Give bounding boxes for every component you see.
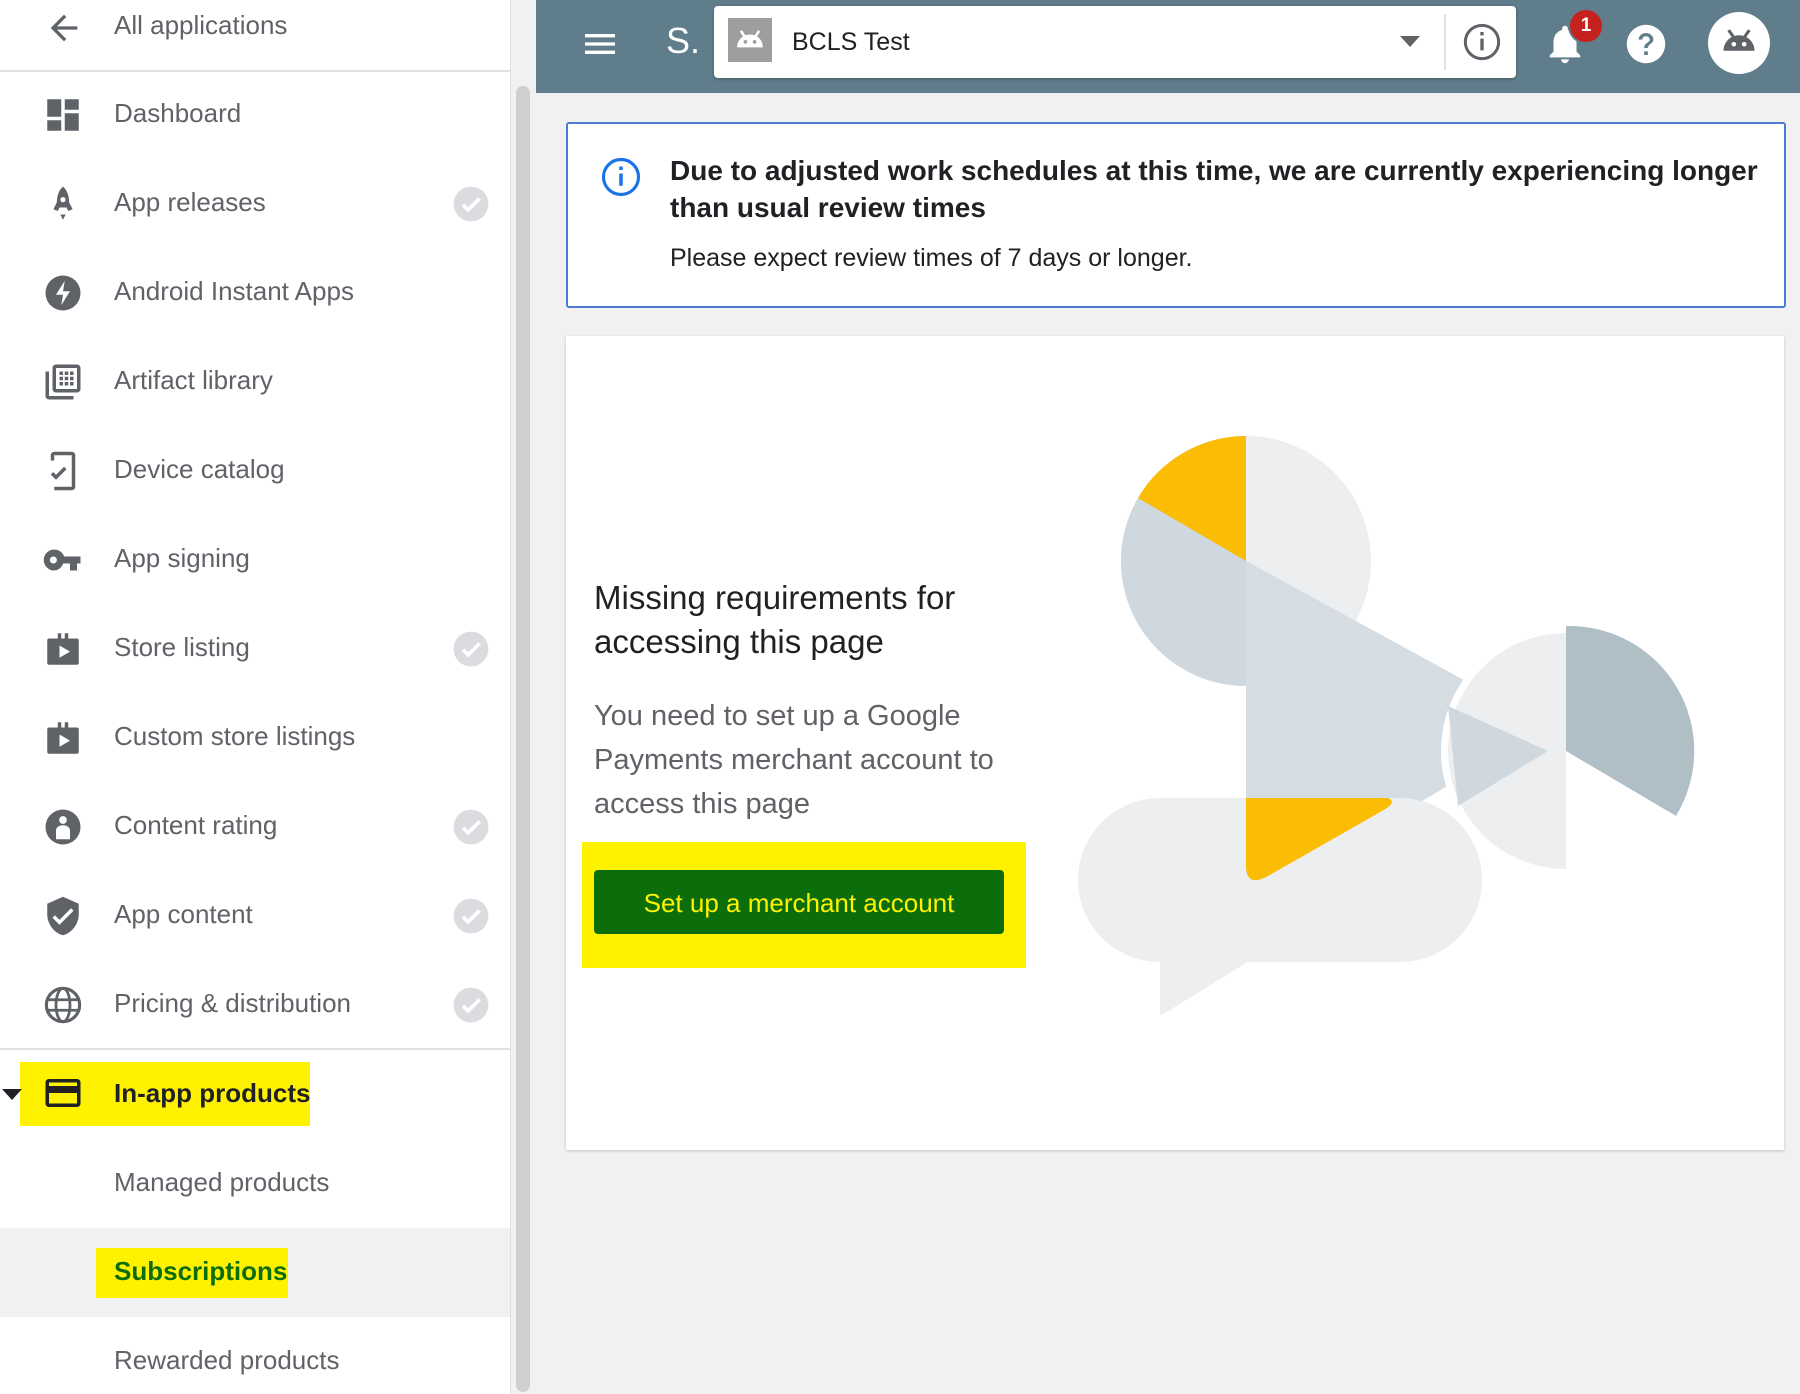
sidebar-item-app-content[interactable]: App content	[0, 871, 510, 960]
check-circle-icon	[453, 631, 489, 667]
review-times-banner: Due to adjusted work schedules at this t…	[566, 122, 1786, 308]
account-avatar[interactable]	[1708, 12, 1770, 74]
arrow-back-icon	[50, 14, 78, 42]
sidebar-subitem-subscriptions[interactable]: Subscriptions	[0, 1228, 510, 1317]
library-icon	[45, 364, 81, 400]
bolt-icon	[45, 275, 81, 311]
card-body: You need to set up a Google Payments mer…	[594, 700, 994, 820]
sidebar-item-label: Dashboard	[114, 98, 242, 128]
sidebar-subitem-rewarded-products[interactable]: Rewarded products	[0, 1317, 510, 1394]
expand-caret-icon[interactable]	[0, 1082, 24, 1106]
sidebar-item-label: Pricing & distribution	[114, 988, 351, 1018]
sidebar-item-content-rating[interactable]: Content rating	[0, 782, 510, 871]
all-applications-link[interactable]: All applications	[0, 0, 510, 72]
banner-title: Due to adjusted work schedules at this t…	[670, 155, 1758, 223]
menu-icon[interactable]	[580, 24, 620, 64]
sidebar-item-label: App releases	[114, 187, 266, 217]
key-icon	[43, 549, 81, 571]
info-icon[interactable]	[1462, 22, 1502, 62]
sidebar-subitem-label: Rewarded products	[114, 1345, 340, 1375]
sidebar-item-pricing-distribution[interactable]: Pricing & distribution	[0, 960, 510, 1049]
sidebar: All applications Dashboard App releases …	[0, 0, 511, 1394]
sidebar-item-device-catalog[interactable]: Device catalog	[0, 426, 510, 515]
section-label: In-app products	[114, 1078, 311, 1108]
check-circle-icon	[453, 987, 489, 1023]
card-title: Missing requirements for accessing this …	[594, 579, 956, 660]
sidebar-subitem-managed-products[interactable]: Managed products	[0, 1139, 510, 1228]
sidebar-scrollbar[interactable]	[516, 86, 530, 1392]
notification-badge: 1	[1568, 8, 1604, 44]
sidebar-item-label: Custom store listings	[114, 721, 356, 751]
banner-body: Please expect review times of 7 days or …	[670, 244, 1193, 272]
sidebar-section-in-app-products[interactable]: In-app products	[0, 1050, 510, 1139]
set-up-merchant-account-button[interactable]: Set up a merchant account	[594, 870, 1004, 934]
child-icon	[45, 809, 81, 845]
sidebar-item-artifact-library[interactable]: Artifact library	[0, 337, 510, 426]
sidebar-item-label: Artifact library	[114, 365, 273, 395]
sidebar-item-store-listing[interactable]: Store listing	[0, 604, 510, 693]
selector-divider	[1444, 14, 1446, 70]
sidebar-item-app-signing[interactable]: App signing	[0, 515, 510, 604]
sidebar-item-label: Content rating	[114, 810, 278, 840]
rocket-icon	[53, 186, 73, 220]
sidebar-item-label: Store listing	[114, 632, 250, 662]
sidebar-item-app-releases[interactable]: App releases	[0, 159, 510, 248]
sidebar-subitem-label: Managed products	[114, 1167, 330, 1197]
dashboard-icon	[47, 99, 79, 131]
sidebar-subitem-label: Subscriptions	[114, 1256, 288, 1286]
globe-icon	[44, 986, 82, 1024]
top-app-bar: S. BCLS Test 1	[536, 0, 1800, 93]
android-app-icon	[728, 18, 772, 62]
credit-card-icon	[45, 1079, 81, 1107]
android-avatar-icon	[1723, 29, 1755, 51]
app-selector[interactable]: BCLS Test	[714, 6, 1516, 78]
check-circle-icon	[453, 898, 489, 934]
all-applications-label: All applications	[114, 10, 288, 40]
sidebar-item-android-instant-apps[interactable]: Android Instant Apps	[0, 248, 510, 337]
sidebar-item-label: App content	[114, 899, 253, 929]
sidebar-item-label: App signing	[114, 543, 250, 573]
help-icon[interactable]	[1624, 22, 1668, 66]
app-name: BCLS Test	[792, 28, 910, 56]
sidebar-item-dashboard[interactable]: Dashboard	[0, 70, 510, 159]
sidebar-item-label: Android Instant Apps	[114, 276, 354, 306]
app-short-name: S.	[666, 20, 701, 61]
check-circle-icon	[453, 186, 489, 222]
payments-illustration	[1078, 436, 1695, 1016]
check-circle-icon	[453, 809, 489, 845]
info-icon	[601, 157, 641, 197]
sidebar-item-custom-store-listings[interactable]: Custom store listings	[0, 693, 510, 782]
store-icon	[47, 633, 79, 665]
shield-check-icon	[47, 896, 79, 936]
requirements-card: Missing requirements for accessing this …	[566, 336, 1784, 1150]
device-check-icon	[50, 451, 76, 491]
chevron-down-icon[interactable]	[1400, 36, 1420, 47]
store-icon	[47, 722, 79, 754]
sidebar-item-label: Device catalog	[114, 454, 285, 484]
